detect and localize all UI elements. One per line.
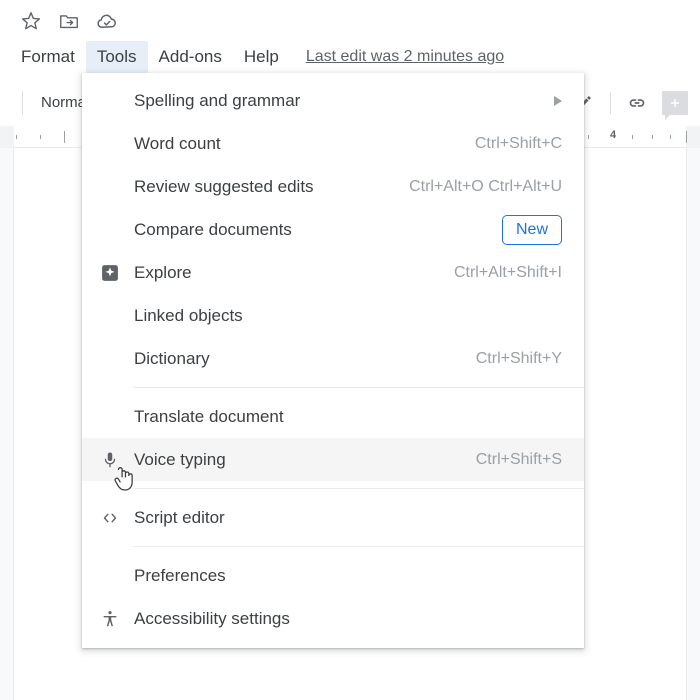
menu-item-shortcut: Ctrl+Alt+Shift+I — [453, 263, 562, 281]
menu-item-label: Word count — [134, 133, 221, 153]
ruler-tick-major — [64, 131, 65, 143]
quick-action-icon-row — [0, 0, 700, 42]
menu-item-shortcut: Ctrl+Shift+S — [475, 450, 562, 468]
ruler-tick — [40, 135, 41, 139]
menu-item-review-suggested-edits[interactable]: Review suggested edits Ctrl+Alt+O Ctrl+A… — [82, 165, 584, 208]
microphone-icon — [96, 446, 124, 474]
menu-item-shortcut: Ctrl+Shift+Y — [475, 349, 562, 367]
add-comment-icon[interactable] — [659, 87, 691, 120]
toolbar-divider — [610, 92, 611, 114]
cloud-saved-icon[interactable] — [90, 4, 124, 38]
code-brackets-icon — [96, 504, 124, 532]
ruler-tick — [670, 135, 671, 139]
ruler-tick — [632, 135, 633, 139]
menubar: Format Tools Add-ons Help Last edit was … — [0, 41, 700, 73]
menu-divider — [133, 488, 584, 489]
menu-item-label: Preferences — [134, 565, 226, 585]
chevron-right-icon — [554, 95, 562, 106]
last-edit-link[interactable]: Last edit was 2 minutes ago — [306, 48, 504, 66]
menubar-item-format[interactable]: Format — [10, 41, 86, 73]
toolbar-right-group — [565, 80, 694, 126]
explore-icon — [96, 259, 124, 287]
menu-item-voice-typing[interactable]: Voice typing Ctrl+Shift+S — [82, 438, 584, 481]
menu-item-shortcut: Ctrl+Shift+C — [474, 134, 562, 152]
comment-bubble-shape — [662, 91, 688, 120]
menu-item-label: Translate document — [134, 406, 284, 426]
menu-item-label: Voice typing — [134, 449, 226, 469]
menubar-item-tools[interactable]: Tools — [85, 41, 148, 73]
menubar-item-add-ons[interactable]: Add-ons — [148, 41, 233, 73]
menu-item-explore[interactable]: Explore Ctrl+Alt+Shift+I — [82, 251, 584, 294]
ruler-tick — [652, 135, 653, 139]
link-icon[interactable] — [621, 87, 653, 119]
menu-item-label: Spelling and grammar — [134, 90, 301, 110]
menu-divider — [133, 546, 584, 547]
menu-item-label: Linked objects — [134, 305, 243, 325]
menu-item-label: Script editor — [134, 507, 225, 527]
menu-divider — [133, 387, 584, 388]
tools-dropdown-menu: Spelling and grammar Word count Ctrl+Shi… — [82, 73, 584, 648]
move-to-folder-icon[interactable] — [52, 4, 86, 38]
menu-item-label: Accessibility settings — [134, 608, 290, 628]
new-badge: New — [501, 214, 562, 245]
menubar-item-help[interactable]: Help — [233, 41, 290, 73]
menu-item-dictionary[interactable]: Dictionary Ctrl+Shift+Y — [82, 337, 584, 380]
menu-item-label: Dictionary — [134, 348, 210, 368]
accessibility-icon — [96, 605, 124, 633]
menu-item-spelling-and-grammar[interactable]: Spelling and grammar — [82, 79, 584, 122]
paragraph-style-dropdown[interactable]: Normal — [22, 91, 89, 115]
menu-item-linked-objects[interactable]: Linked objects — [82, 294, 584, 337]
menu-item-word-count[interactable]: Word count Ctrl+Shift+C — [82, 122, 584, 165]
ruler-tick — [588, 135, 589, 139]
ruler-number: 4 — [610, 129, 617, 141]
ruler-tick-major — [686, 131, 687, 143]
menu-item-compare-documents[interactable]: Compare documents New — [82, 208, 584, 251]
menu-item-translate-document[interactable]: Translate document — [82, 395, 584, 438]
menu-item-accessibility-settings[interactable]: Accessibility settings — [82, 597, 584, 640]
menu-item-label: Explore — [134, 262, 192, 282]
menu-item-script-editor[interactable]: Script editor — [82, 496, 584, 539]
menu-item-shortcut: Ctrl+Alt+O Ctrl+Alt+U — [409, 177, 562, 195]
ruler-tick — [16, 135, 17, 139]
menu-item-label: Compare documents — [134, 219, 292, 239]
star-icon[interactable] — [14, 4, 48, 38]
menu-item-preferences[interactable]: Preferences — [82, 554, 584, 597]
menu-item-label: Review suggested edits — [134, 176, 314, 196]
